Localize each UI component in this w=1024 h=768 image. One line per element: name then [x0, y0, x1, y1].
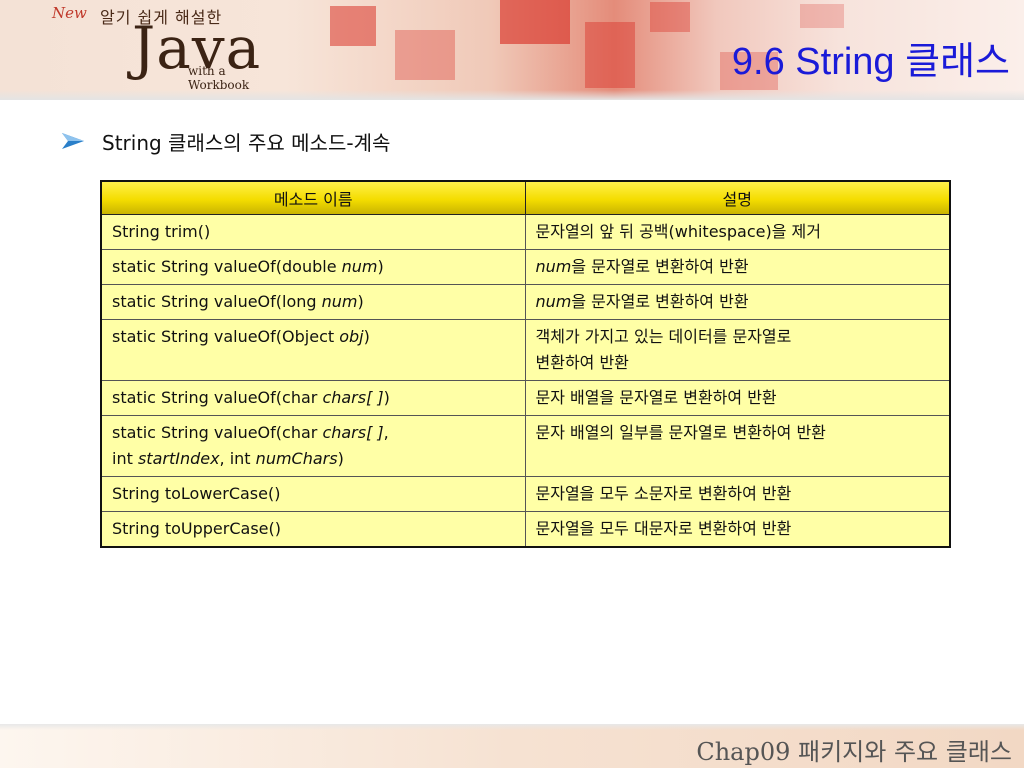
method-line: static String valueOf(Object obj): [112, 324, 515, 350]
table-body: String trim() 문자열의 앞 뒤 공백(whitespace)을 제거…: [100, 214, 951, 548]
decor-block: [650, 2, 690, 32]
table-row: static String valueOf(char chars[ ]) 문자 배…: [100, 380, 951, 416]
text-run: 을 문자열로 변환하여 반환: [571, 257, 749, 276]
italic-param: startIndex: [137, 449, 220, 468]
method-line: static String valueOf(long num): [112, 289, 515, 315]
method-cell: String toLowerCase(): [100, 476, 526, 512]
method-line: static String valueOf(char chars[ ]): [112, 385, 515, 411]
method-line: String toLowerCase(): [112, 481, 515, 507]
description-cell: 문자 배열을 문자열로 변환하여 반환: [524, 380, 951, 416]
slide-title: 9.6 String 클래스: [731, 41, 1010, 83]
text-run: 문자열을 모두 소문자로 변환하여 반환: [535, 484, 792, 503]
text-run: static String valueOf(long: [112, 292, 322, 311]
text-run: String toLowerCase(): [112, 484, 281, 503]
text-run: static String valueOf(double: [112, 257, 342, 276]
table-row: static String valueOf(long num) num을 문자열로…: [100, 284, 951, 320]
bullet-text: String 클래스의 주요 메소드-계속: [102, 131, 391, 155]
italic-param: num: [341, 257, 378, 276]
method-cell: String toUpperCase(): [100, 511, 526, 548]
italic-param: num: [535, 292, 572, 311]
slide-footer: Chap09 패키지와 주요 클래스: [0, 724, 1024, 768]
table-header-row: 메소드 이름 설명: [100, 180, 951, 215]
java-logo: New 알기 쉽게 해설한 Java with a Workbook: [48, 0, 288, 96]
text-run: static String valueOf(char: [112, 423, 323, 442]
text-run: 객체가 가지고 있는 데이터를 문자열로: [535, 327, 792, 346]
text-run: , int: [219, 449, 256, 468]
text-run: String toUpperCase(): [112, 519, 281, 538]
text-run: 문자열을 모두 대문자로 변환하여 반환: [535, 519, 792, 538]
italic-param: num: [321, 292, 358, 311]
description-cell: 문자 배열의 일부를 문자열로 변환하여 반환: [524, 415, 951, 477]
text-run: 문자 배열의 일부를 문자열로 변환하여 반환: [535, 423, 826, 442]
text-run: ): [377, 257, 384, 276]
table-row: static String valueOf(char chars[ ], int …: [100, 415, 951, 477]
table-row: String toUpperCase() 문자열을 모두 대문자로 변환하여 반환: [100, 511, 951, 548]
decor-block: [330, 6, 376, 46]
method-line: static String valueOf(double num): [112, 254, 515, 280]
table-row: static String valueOf(double num) num을 문자…: [100, 249, 951, 285]
description-cell: 문자열을 모두 대문자로 변환하여 반환: [524, 511, 951, 548]
header-method-name: 메소드 이름: [100, 180, 526, 215]
text-run: 문자 배열을 문자열로 변환하여 반환: [535, 388, 777, 407]
decor-block: [800, 4, 844, 28]
arrow-bullet-icon: [62, 133, 84, 149]
footer-chapter-title: Chap09 패키지와 주요 클래스: [696, 738, 1012, 766]
description-cell: 문자열을 모두 소문자로 변환하여 반환: [524, 476, 951, 512]
header-description: 설명: [524, 180, 951, 215]
description-cell: 문자열의 앞 뒤 공백(whitespace)을 제거: [524, 214, 951, 250]
method-table: 메소드 이름 설명 String trim() 문자열의 앞 뒤 공백(white…: [100, 180, 951, 548]
method-line: int startIndex, int numChars): [112, 446, 515, 472]
method-cell: static String valueOf(char chars[ ]): [100, 380, 526, 416]
method-cell: static String valueOf(Object obj): [100, 319, 526, 381]
logo-new-text: New: [52, 4, 87, 22]
slide-header: New 알기 쉽게 해설한 Java with a Workbook 9.6 S…: [0, 0, 1024, 100]
method-line: static String valueOf(char chars[ ],: [112, 420, 515, 446]
description-cell: 객체가 가지고 있는 데이터를 문자열로변환하여 반환: [524, 319, 951, 381]
text-run: ): [337, 449, 344, 468]
footer-fade: [0, 724, 1024, 730]
method-cell: static String valueOf(long num): [100, 284, 526, 320]
method-cell: static String valueOf(double num): [100, 249, 526, 285]
italic-param: obj: [339, 327, 364, 346]
table-row: String toLowerCase() 문자열을 모두 소문자로 변환하여 반환: [100, 476, 951, 512]
italic-param: chars[ ]: [322, 388, 384, 407]
logo-subtitle: with a Workbook: [188, 64, 250, 92]
text-run: ): [357, 292, 364, 311]
method-line: String trim(): [112, 219, 515, 245]
text-run: int: [112, 449, 138, 468]
method-line: String toUpperCase(): [112, 516, 515, 542]
text-run: 변환하여 반환: [535, 353, 629, 372]
decor-block: [585, 22, 635, 88]
decor-block: [395, 30, 455, 80]
text-run: ): [363, 327, 370, 346]
text-run: ,: [383, 423, 389, 442]
description-cell: num을 문자열로 변환하여 반환: [524, 284, 951, 320]
text-run: 문자열의 앞 뒤 공백(whitespace)을 제거: [535, 222, 821, 241]
text-run: ): [383, 388, 390, 407]
text-run: 을 문자열로 변환하여 반환: [571, 292, 749, 311]
italic-param: num: [535, 257, 572, 276]
text-run: static String valueOf(Object: [112, 327, 340, 346]
decor-block: [500, 0, 570, 44]
table-row: String trim() 문자열의 앞 뒤 공백(whitespace)을 제거: [100, 214, 951, 250]
method-cell: static String valueOf(char chars[ ], int …: [100, 415, 526, 477]
italic-param: chars[ ]: [322, 423, 384, 442]
italic-param: numChars: [255, 449, 338, 468]
description-cell: num을 문자열로 변환하여 반환: [524, 249, 951, 285]
text-run: String trim(): [112, 222, 211, 241]
table-row: static String valueOf(Object obj) 객체가 가지고…: [100, 319, 951, 381]
method-cell: String trim(): [100, 214, 526, 250]
text-run: static String valueOf(char: [112, 388, 323, 407]
